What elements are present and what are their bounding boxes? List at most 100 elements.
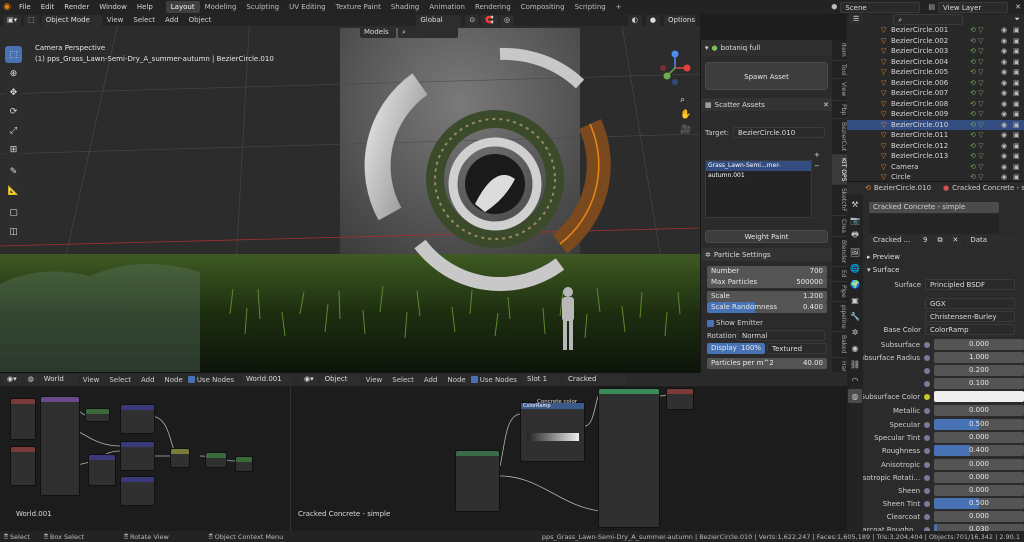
visibility-eye-icon[interactable]: ◉ [1001,110,1007,118]
outliner-row[interactable]: ▽ BezierCircle.004 ⟲ ▽ ◉ ▣ [847,57,1024,68]
object-icon[interactable]: ▣ [848,293,862,307]
node-menu-view[interactable]: View [78,376,105,384]
render-camera-icon[interactable]: ▣ [1013,131,1020,139]
render-camera-icon[interactable]: ▣ [1013,142,1020,150]
tab-modeling[interactable]: Modeling [200,1,242,13]
scale-field[interactable]: Scale 1.200 [707,291,827,302]
tool-settings-icon[interactable]: ⚒ [848,197,862,211]
render-camera-icon[interactable]: ▣ [1013,110,1020,118]
outliner-editor-icon[interactable]: ☰ [849,14,864,25]
outliner-search-input[interactable]: ⌕ [893,14,964,25]
sidebar-tab-9[interactable]: Ed [832,267,847,282]
sidebar-tab-7[interactable]: Crea [832,216,847,237]
use-nodes-checkbox[interactable] [187,376,195,383]
visibility-eye-icon[interactable]: ◉ [1001,79,1007,87]
node-editor-type-icon[interactable]: ◉▾ [3,374,21,385]
bsdf-input-value[interactable]: 0.000 [934,472,1024,483]
render-camera-icon[interactable]: ▣ [1013,47,1020,55]
display-percent-field[interactable]: Display 100% [707,343,765,354]
principled-bsdf-node[interactable] [598,388,660,528]
bsdf-input-value[interactable]: 0.000 [934,459,1024,470]
outliner-row[interactable]: ▽ Camera ⟲ ▽ ◉ ▣ [847,162,1024,173]
number-field[interactable]: Number 700 [707,266,827,277]
measure-icon[interactable]: 📐 [5,182,22,199]
navigation-gizmo[interactable] [653,46,697,90]
overlay-icon[interactable]: ◐ [627,14,642,26]
outliner-row[interactable]: ▽ BezierCircle.008 ⟲ ▽ ◉ ▣ [847,99,1024,110]
world-node-icon[interactable]: ◍ [23,374,38,385]
visibility-eye-icon[interactable]: ◉ [1001,26,1007,34]
render-camera-icon[interactable]: ▣ [1013,79,1020,87]
render-camera-icon[interactable]: ▣ [1013,37,1020,45]
particle-settings-header[interactable]: ✲ Particle Settings [701,248,833,261]
menu-window[interactable]: Window [94,3,132,11]
move-icon[interactable]: ✥ [5,84,22,101]
outliner-row[interactable]: ▽ BezierCircle.002 ⟲ ▽ ◉ ▣ [847,36,1024,47]
node2-menu-select[interactable]: Select [387,376,419,384]
scene-tab-icon[interactable]: 🌐 [848,261,862,275]
node-menu-node[interactable]: Node [160,376,188,384]
sidebar-tab-0[interactable]: Item [832,40,847,61]
transform-orientation-dropdown[interactable]: Global [416,14,462,26]
3d-viewport[interactable] [0,14,700,372]
render-camera-icon[interactable]: ▣ [1013,89,1020,97]
tab-layout[interactable]: Layout [165,1,200,13]
menu-render[interactable]: Render [59,3,94,11]
collection-dropdown[interactable]: Models [360,27,396,38]
options-dropdown[interactable]: Options [664,14,696,26]
use-nodes-checkbox-2[interactable] [470,376,478,383]
slot-dropdown[interactable]: Slot 1 [522,374,561,385]
sidebar-tab-2[interactable]: View [832,79,847,101]
render-camera-icon[interactable]: ▣ [1013,163,1020,171]
node2-menu-add[interactable]: Add [419,376,443,384]
sidebar-tab-11[interactable]: pipeline [832,302,847,333]
blender-logo-icon[interactable]: ◉ [0,2,14,12]
add-object-icon[interactable]: ◫ [5,223,22,240]
bsdf-input-value[interactable]: 0.200 [934,365,1024,376]
bsdf-input-value[interactable]: 0.100 [934,378,1024,389]
visibility-eye-icon[interactable]: ◉ [1001,142,1007,150]
add-workspace-button[interactable]: + [611,1,627,13]
add-cube-icon[interactable]: ▢ [5,204,22,221]
tab-uv-editing[interactable]: UV Editing [284,1,331,13]
bsdf-input-value[interactable]: 0.000 [934,511,1024,522]
snap-icon[interactable]: 🧲 [481,14,498,26]
outliner-row[interactable]: ▽ BezierCircle.012 ⟲ ▽ ◉ ▣ [847,141,1024,152]
visibility-eye-icon[interactable]: ◉ [1001,47,1007,55]
outliner-row[interactable]: ▽ BezierCircle.007 ⟲ ▽ ◉ ▣ [847,88,1024,99]
user-count[interactable]: 9 [919,235,932,246]
zoom-icon[interactable]: ⌕ [680,95,685,105]
link-data-dropdown[interactable]: Data [966,235,1017,246]
spawn-asset-button[interactable]: Spawn Asset [705,62,828,90]
bsdf-input-value[interactable]: 0.000 [934,485,1024,496]
node-menu-add[interactable]: Add [136,376,160,384]
output-icon[interactable]: 🖶 [848,229,862,243]
shading-solid-icon[interactable]: ● [645,14,660,26]
transform-icon[interactable]: ⊞ [5,141,22,158]
duplicate-material-icon[interactable]: ⧉ [933,235,947,246]
filter-icon[interactable]: ⏷ [1014,15,1020,24]
particles-per-m2-field[interactable]: Particles per m^2 40.00 [707,358,827,369]
sidebar-tab-1[interactable]: Tool [832,61,847,80]
particles-tab-icon[interactable]: ✲ [848,325,862,339]
cursor-icon[interactable]: ⊕ [5,65,22,82]
material-slot-item[interactable]: Cracked Concrete - simple [869,202,999,213]
visibility-eye-icon[interactable]: ◉ [1001,89,1007,97]
add-system-icon[interactable]: + [814,151,820,159]
proportional-edit-icon[interactable]: ◎ [499,14,515,26]
editor-type-button[interactable]: ▣▾ [3,14,22,26]
material-datablock-field[interactable]: Cracked Concrete - s [563,374,626,394]
remove-system-icon[interactable]: − [814,162,820,170]
outliner-row[interactable]: ▽ BezierCircle.001 ⟲ ▽ ◉ ▣ [847,25,1024,36]
view-layer-selector[interactable]: View Layer [938,1,1008,13]
render-camera-icon[interactable]: ▣ [1013,58,1020,66]
subsurface-method-dropdown[interactable]: Christensen-Burley [925,311,1015,322]
visibility-eye-icon[interactable]: ◉ [1001,37,1007,45]
view-layer-tab-icon[interactable]: 🖼 [848,245,862,259]
render-camera-icon[interactable]: ▣ [1013,121,1020,129]
show-emitter-checkbox[interactable] [707,319,714,327]
sidebar-tab-5[interactable]: KIT OPS [832,154,847,186]
max-particles-field[interactable]: Max Particles 500000 [707,277,827,288]
sidebar-tab-8[interactable]: Blender [832,237,847,268]
surface-section[interactable]: ▾ Surface [863,263,899,276]
